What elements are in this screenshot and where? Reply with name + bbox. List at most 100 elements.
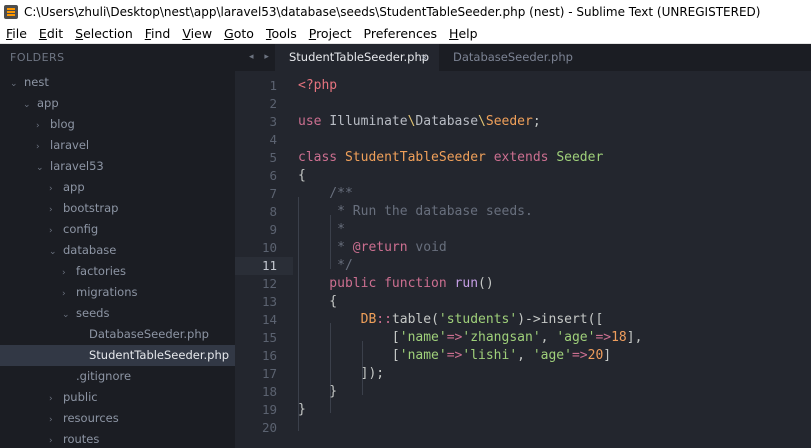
line-number: 19	[261, 402, 277, 417]
code-line[interactable]: 20	[235, 419, 811, 437]
code-line[interactable]: 7 /**	[235, 185, 811, 203]
code-line[interactable]: 5 class StudentTableSeeder extends Seeder	[235, 149, 811, 167]
code-text: * Run the database seeds.	[298, 204, 533, 219]
tree-item-label: database	[63, 243, 117, 257]
chevron-right-icon[interactable]: ›	[49, 221, 59, 242]
chevron-right-icon[interactable]: ›	[49, 179, 59, 200]
code-line[interactable]: 18 }	[235, 383, 811, 401]
menu-bar: File Edit Selection Find View Goto Tools Projec…	[0, 23, 811, 44]
chevron-right-icon[interactable]: ›	[36, 116, 46, 137]
tree-item-database[interactable]: ⌄ database	[0, 240, 235, 261]
window-title: C:\Users\zhuli\Desktop\nest\app\laravel5…	[24, 4, 761, 19]
tree-item-resources[interactable]: › resources	[0, 408, 235, 429]
tree-item-migrations[interactable]: › migrations	[0, 282, 235, 303]
tree-item-seeds[interactable]: ⌄ seeds	[0, 303, 235, 324]
menu-item-view[interactable]: View	[182, 26, 212, 41]
tree-item--gitignore[interactable]: .gitignore	[0, 366, 235, 387]
code-text: */	[298, 258, 353, 273]
menu-item-file[interactable]: File	[6, 26, 27, 41]
chevron-right-icon[interactable]: ›	[36, 137, 46, 158]
tab-nav-arrows-icon[interactable]: ◂ ▸	[249, 44, 273, 71]
menu-item-preferences[interactable]: Preferences	[364, 26, 438, 41]
menu-item-tools[interactable]: Tools	[266, 26, 297, 41]
code-line[interactable]: 3 use Illuminate\Database\Seeder;	[235, 113, 811, 131]
code-text: /**	[298, 186, 353, 201]
menu-item-help[interactable]: Help	[449, 26, 478, 41]
line-number: 8	[269, 204, 277, 219]
tree-item-label: app	[37, 96, 59, 110]
chevron-right-icon[interactable]: ›	[49, 389, 59, 410]
code-line[interactable]: 15 ['name'=>'zhangsan', 'age'=>18],	[235, 329, 811, 347]
menu-item-project[interactable]: Project	[309, 26, 352, 41]
chevron-right-icon[interactable]: ›	[49, 410, 59, 431]
tree-item-label: resources	[63, 411, 119, 425]
code-line[interactable]: 10 * @return void	[235, 239, 811, 257]
tree-item-label: public	[63, 390, 98, 404]
line-number: 1	[269, 78, 277, 93]
tree-item-laravel53[interactable]: ⌄ laravel53	[0, 156, 235, 177]
sidebar: FOLDERS ⌄ nest ⌄ app › blog › laravel ⌄ laravel53…	[0, 44, 235, 448]
tree-item-factories[interactable]: › factories	[0, 261, 235, 282]
menu-item-goto[interactable]: Goto	[224, 26, 254, 41]
chevron-right-icon[interactable]: ›	[62, 263, 72, 284]
menu-item-selection[interactable]: Selection	[75, 26, 133, 41]
code-line[interactable]: 2	[235, 95, 811, 113]
code-line[interactable]: 8 * Run the database seeds.	[235, 203, 811, 221]
tab-database-seeder[interactable]: DatabaseSeeder.php	[441, 44, 581, 71]
code-text: *	[298, 222, 345, 237]
line-number: 10	[261, 240, 277, 255]
code-line[interactable]: 16 ['name'=>'lishi', 'age'=>20]	[235, 347, 811, 365]
line-number: 12	[261, 276, 277, 291]
code-line[interactable]: 17 ]);	[235, 365, 811, 383]
line-number: 4	[269, 132, 277, 147]
tree-item-label: seeds	[76, 306, 110, 320]
code-line[interactable]: 4	[235, 131, 811, 149]
code-line[interactable]: 19}	[235, 401, 811, 419]
chevron-right-icon[interactable]: ›	[49, 431, 59, 448]
code-line[interactable]: 6{	[235, 167, 811, 185]
code-line[interactable]: 13 {	[235, 293, 811, 311]
code-text: }	[298, 402, 306, 417]
tree-item-label: factories	[76, 264, 126, 278]
chevron-down-icon[interactable]: ⌄	[36, 158, 46, 179]
tree-item-bootstrap[interactable]: › bootstrap	[0, 198, 235, 219]
code-line[interactable]: 9 *	[235, 221, 811, 239]
code-line[interactable]: 14 DB::table('students')->insert([	[235, 311, 811, 329]
line-number: 16	[261, 348, 277, 363]
menu-item-edit[interactable]: Edit	[39, 26, 63, 41]
code-text: * @return void	[298, 240, 447, 255]
tree-item-public[interactable]: › public	[0, 387, 235, 408]
sublime-app-icon	[4, 4, 18, 19]
chevron-down-icon[interactable]: ⌄	[49, 242, 59, 263]
title-bar: C:\Users\zhuli\Desktop\nest\app\laravel5…	[0, 0, 811, 23]
code-text: }	[298, 384, 338, 399]
tree-item-nest[interactable]: ⌄ nest	[0, 72, 235, 93]
code-text: DB::table('students')->insert([	[298, 312, 604, 327]
tree-item-app[interactable]: ⌄ app	[0, 93, 235, 114]
code-text: {	[298, 168, 306, 183]
chevron-down-icon[interactable]: ⌄	[10, 74, 20, 95]
chevron-right-icon[interactable]: ›	[49, 200, 59, 221]
line-number: 18	[261, 384, 277, 399]
chevron-down-icon[interactable]: ⌄	[23, 95, 33, 116]
tree-item-label: nest	[24, 75, 49, 89]
line-number: 15	[261, 330, 277, 345]
chevron-down-icon[interactable]: ⌄	[62, 305, 72, 326]
code-line[interactable]: 1 <?php	[235, 77, 811, 95]
menu-item-find[interactable]: Find	[145, 26, 171, 41]
code-line[interactable]: 11 */	[235, 257, 811, 275]
tree-item-app[interactable]: › app	[0, 177, 235, 198]
tree-item-databaseseeder-php[interactable]: DatabaseSeeder.php	[0, 324, 235, 345]
tree-item-label: app	[63, 180, 85, 194]
tree-item-label: laravel	[50, 138, 90, 152]
tree-item-config[interactable]: › config	[0, 219, 235, 240]
tree-item-routes[interactable]: › routes	[0, 429, 235, 448]
chevron-right-icon[interactable]: ›	[62, 284, 72, 305]
tree-item-blog[interactable]: › blog	[0, 114, 235, 135]
tree-item-studenttableseeder-php[interactable]: StudentTableSeeder.php	[0, 345, 235, 366]
tab-student-table-seeder[interactable]: StudentTableSeeder.php ×	[275, 44, 439, 71]
close-icon[interactable]: ×	[420, 44, 429, 71]
code-text: ]);	[298, 366, 385, 381]
code-line[interactable]: 12 public function run()	[235, 275, 811, 293]
tree-item-laravel[interactable]: › laravel	[0, 135, 235, 156]
